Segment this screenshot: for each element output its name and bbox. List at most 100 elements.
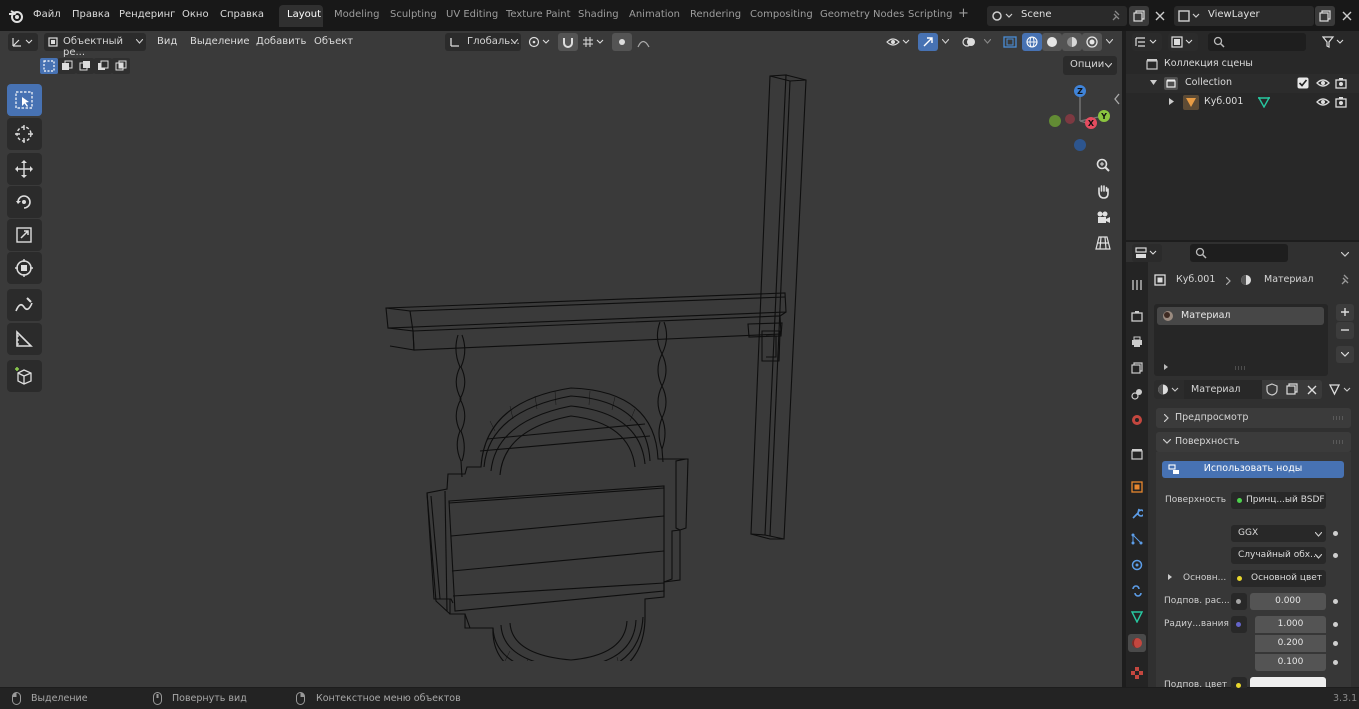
slot-specials-button[interactable] (1336, 346, 1354, 363)
checkbox-checked-icon[interactable] (1297, 77, 1309, 89)
material-slot-list[interactable]: Материал (1154, 304, 1328, 376)
shading-options-dropdown[interactable] (1104, 33, 1116, 51)
resize-grip-icon[interactable] (1234, 366, 1246, 370)
delete-scene-button[interactable] (1150, 6, 1170, 26)
tool-annotate[interactable] (7, 289, 42, 321)
tab-world[interactable] (1128, 411, 1146, 429)
pan-button[interactable] (1092, 180, 1114, 202)
select-mode-new[interactable] (40, 58, 58, 74)
add-slot-button[interactable] (1336, 304, 1354, 321)
surface-panel-header[interactable]: Поверхность (1156, 432, 1351, 452)
wireframe-sign-model[interactable] (370, 71, 820, 661)
gizmo-dropdown[interactable] (940, 33, 952, 51)
pin-icon[interactable] (1340, 274, 1352, 286)
tab-material[interactable] (1128, 634, 1146, 652)
eye-icon[interactable] (1316, 78, 1330, 88)
view-layer-name[interactable]: ViewLayer (1208, 9, 1260, 20)
duplicate-material-button[interactable] (1282, 380, 1302, 399)
filter-dropdown[interactable] (1320, 33, 1348, 51)
xray-toggle[interactable] (1000, 33, 1020, 51)
select-mode-subtract[interactable] (76, 58, 94, 74)
tab-texture[interactable] (1128, 664, 1146, 682)
subsurface-socket-button[interactable] (1231, 593, 1247, 610)
snap-toggle[interactable] (558, 33, 578, 51)
tab-tool[interactable] (1128, 276, 1146, 294)
base-color-field[interactable]: Основной цвет (1231, 570, 1326, 587)
tab-scene[interactable] (1128, 385, 1146, 403)
distribution-dropdown[interactable]: GGX (1231, 525, 1326, 542)
menu-select[interactable]: Выделение (190, 36, 250, 47)
expand-down-icon[interactable] (1150, 80, 1157, 86)
display-mode-dropdown[interactable] (1168, 33, 1198, 51)
scene-selector[interactable]: Scene (987, 6, 1127, 26)
breadcrumb-object[interactable]: Куб.001 (1176, 274, 1215, 285)
camera-view-button[interactable] (1092, 206, 1114, 228)
use-nodes-button[interactable]: Использовать ноды (1162, 461, 1344, 478)
subsurface-method-dropdown[interactable]: Случайный обх... (1231, 547, 1326, 564)
tab-sculpting[interactable]: Sculpting (390, 9, 437, 20)
scene-name[interactable]: Scene (1021, 9, 1052, 20)
drag-grip-icon[interactable] (1332, 416, 1344, 420)
expand-right-icon[interactable] (1164, 364, 1169, 370)
preview-panel-header[interactable]: Предпросмотр (1156, 408, 1351, 428)
tab-render[interactable] (1128, 307, 1146, 325)
menu-render[interactable]: Рендеринг (119, 9, 175, 20)
tab-particles[interactable] (1128, 530, 1146, 548)
surface-shader-field[interactable]: Принц...ый BSDF (1231, 492, 1326, 509)
breadcrumb-material[interactable]: Материал (1264, 274, 1314, 285)
proportional-editing-toggle[interactable] (612, 33, 632, 51)
fake-user-button[interactable] (1262, 380, 1282, 399)
options-dropdown[interactable]: Опции (1063, 56, 1117, 75)
object-row[interactable]: Куб.001 (1126, 93, 1359, 112)
editor-type-dropdown[interactable] (8, 33, 38, 51)
outliner-search-input[interactable] (1208, 33, 1306, 51)
tab-texture-paint[interactable]: Texture Paint (506, 9, 571, 20)
keyframe-dot-icon[interactable] (1333, 599, 1338, 604)
subsurface-value-field[interactable]: 0.000 (1250, 593, 1326, 610)
overlays-toggle[interactable] (958, 33, 980, 51)
mesh-data-icon[interactable] (1258, 97, 1270, 108)
visibility-dropdown[interactable] (884, 33, 914, 51)
menu-help[interactable]: Справка (220, 9, 264, 20)
keyframe-dot-icon[interactable] (1333, 660, 1338, 665)
tab-uv-editing[interactable]: UV Editing (446, 9, 498, 20)
expand-right-icon[interactable] (1169, 98, 1175, 105)
menu-edit[interactable]: Правка (72, 9, 110, 20)
shading-solid-button[interactable] (1042, 33, 1062, 51)
select-mode-invert[interactable] (94, 58, 112, 74)
menu-add[interactable]: Добавить (256, 36, 306, 47)
perspective-toggle-button[interactable] (1092, 232, 1114, 254)
keyframe-dot-icon[interactable] (1333, 531, 1338, 536)
unlink-material-button[interactable] (1302, 380, 1322, 399)
tab-data[interactable] (1128, 608, 1146, 626)
properties-editor-type[interactable] (1132, 244, 1162, 262)
gizmo-toggle[interactable] (918, 33, 938, 51)
remove-slot-button[interactable] (1336, 322, 1354, 339)
tab-collection[interactable] (1128, 445, 1146, 463)
tab-view-layer[interactable] (1128, 359, 1146, 377)
tab-compositing[interactable]: Compositing (750, 9, 813, 20)
material-slot-row[interactable]: Материал (1157, 307, 1324, 325)
radius-z-field[interactable]: 0.100 (1255, 654, 1326, 671)
expand-right-icon[interactable] (1168, 574, 1173, 580)
tab-shading[interactable]: Shading (578, 9, 619, 20)
shading-material-button[interactable] (1062, 33, 1082, 51)
link-mode-dropdown[interactable] (1326, 380, 1356, 399)
select-mode-intersect[interactable] (112, 58, 130, 74)
radius-x-field[interactable]: 1.000 (1255, 616, 1326, 633)
navigation-gizmo[interactable]: Z Y X (1040, 81, 1115, 156)
tool-select-box[interactable] (7, 84, 42, 116)
snap-target-dropdown[interactable] (580, 33, 608, 51)
tab-rendering[interactable]: Rendering (690, 9, 741, 20)
keyframe-dot-icon[interactable] (1333, 622, 1338, 627)
camera-render-icon[interactable] (1335, 96, 1347, 108)
overlays-dropdown[interactable] (982, 33, 994, 51)
material-name-field[interactable]: Материал (1184, 380, 1262, 399)
tool-move[interactable] (7, 153, 42, 185)
view-layer-selector[interactable]: ViewLayer (1174, 6, 1314, 26)
pivot-point-dropdown[interactable] (526, 33, 554, 51)
menu-window[interactable]: Окно (182, 9, 209, 20)
tab-physics[interactable] (1128, 556, 1146, 574)
new-view-layer-button[interactable] (1315, 6, 1335, 26)
chevron-down-icon[interactable] (1341, 252, 1349, 257)
